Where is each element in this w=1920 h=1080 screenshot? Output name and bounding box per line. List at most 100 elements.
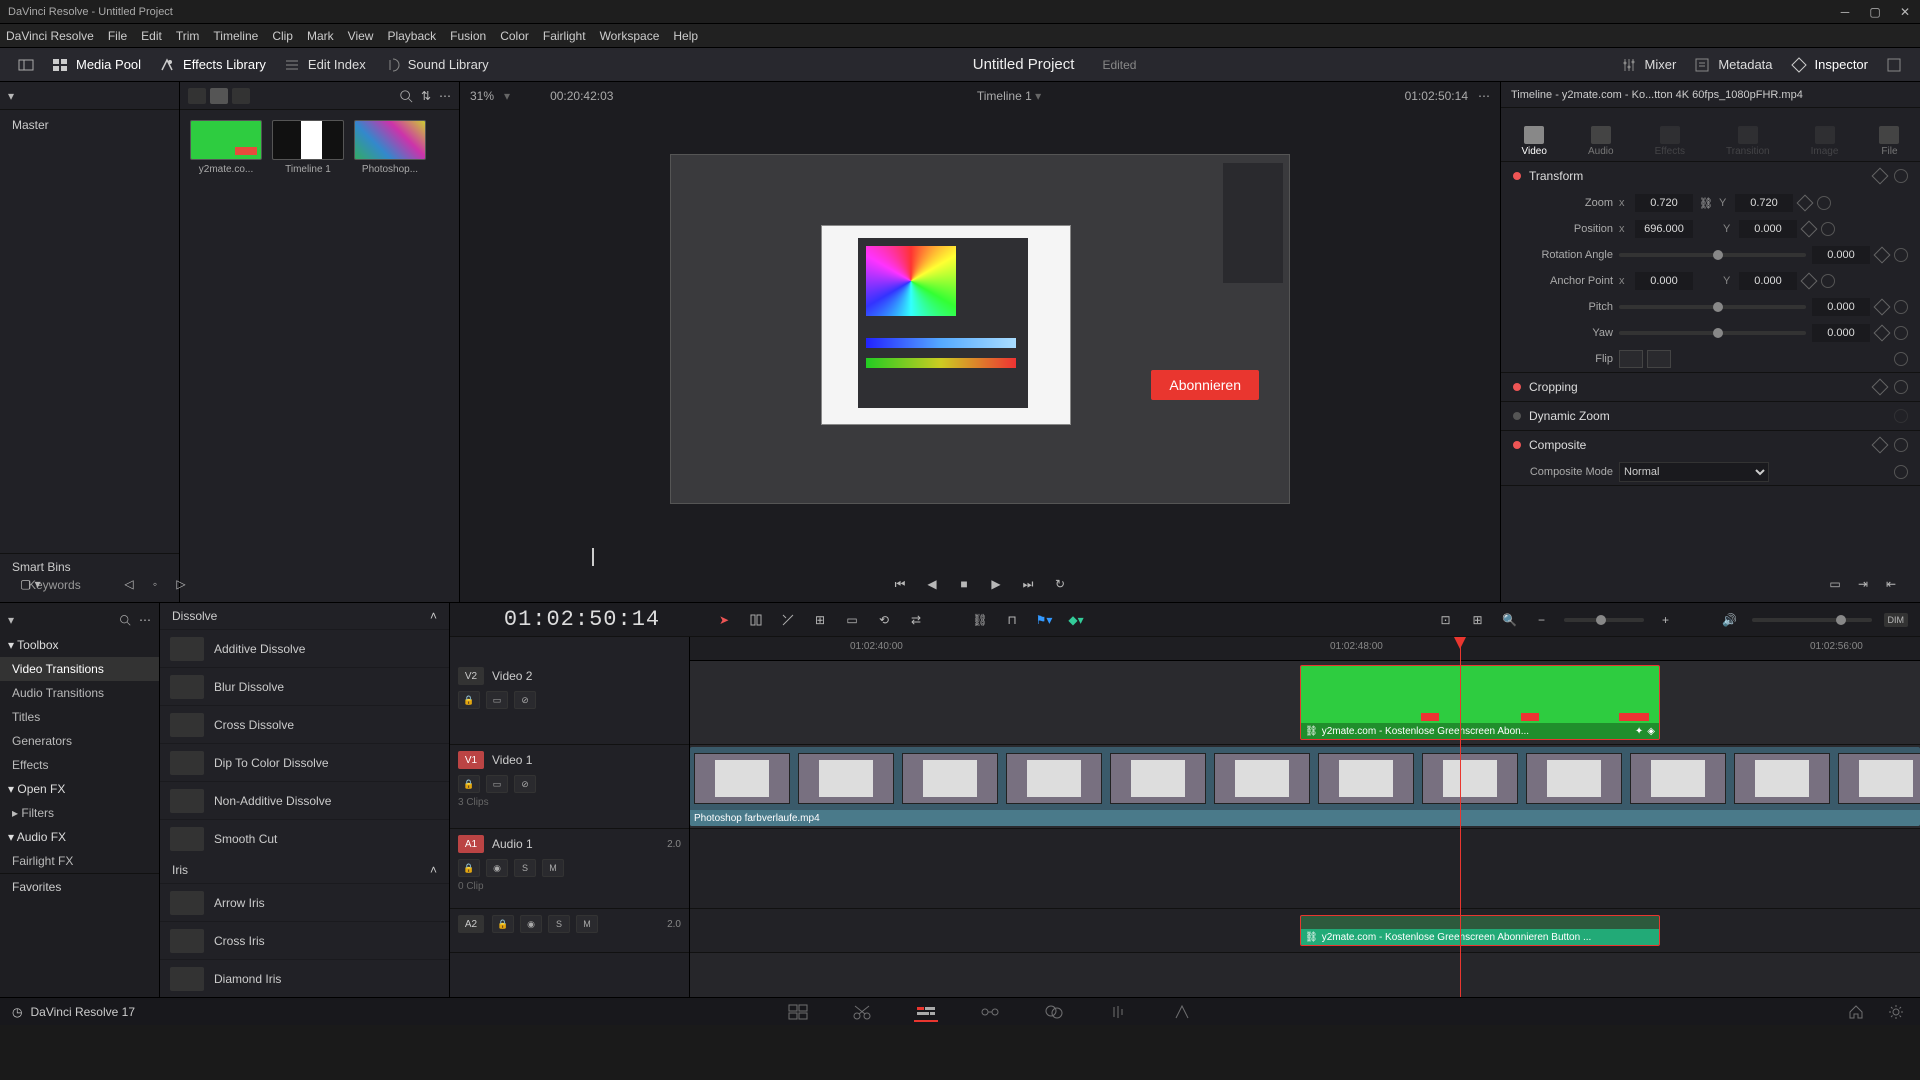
volume-slider[interactable]	[1752, 618, 1872, 622]
fx-entry[interactable]: Dip To Color Dissolve	[160, 743, 449, 781]
menu-item[interactable]: Workspace	[600, 29, 660, 43]
inspector-tab-image[interactable]: Image	[1811, 126, 1839, 157]
track-header-a2[interactable]: A2🔒◉SM2.0	[450, 909, 689, 953]
fx-entry[interactable]: Cross Dissolve	[160, 705, 449, 743]
viewer-zoom[interactable]: 31%	[470, 89, 494, 103]
viewer-options-icon[interactable]: ⋯	[1478, 89, 1490, 103]
reset-icon[interactable]	[1894, 169, 1908, 183]
anchor-x-field[interactable]	[1635, 272, 1693, 290]
track-header-a1[interactable]: A1Audio 12.0 🔒◉SM 0 Clip	[450, 829, 689, 909]
fx-audiofx-header[interactable]: ▾ Audio FX	[0, 825, 159, 849]
enable-dot-icon[interactable]	[1513, 172, 1521, 180]
loop-icon[interactable]: ↻	[1051, 575, 1069, 593]
transform-overlay-icon[interactable]: ▢ ▾	[20, 577, 41, 591]
arm-icon[interactable]: ◉	[520, 915, 542, 933]
anchor-y-field[interactable]	[1739, 272, 1797, 290]
reset-icon[interactable]	[1894, 300, 1908, 314]
auto-select-icon[interactable]: ▭	[486, 775, 508, 793]
search-icon[interactable]	[399, 89, 413, 103]
flip-v-button[interactable]	[1647, 350, 1671, 368]
jump-first-icon[interactable]: ⏮	[891, 575, 909, 593]
collapse-icon[interactable]: ˄	[430, 609, 437, 623]
settings-icon[interactable]	[1884, 1002, 1908, 1022]
playhead[interactable]	[1460, 637, 1461, 997]
media-clip[interactable]: Photoshop...	[354, 120, 426, 175]
blade-tool-icon[interactable]	[778, 610, 798, 630]
stop-icon[interactable]: ■	[955, 575, 973, 593]
inspector-tab-transition[interactable]: Transition	[1726, 126, 1770, 157]
jump-last-icon[interactable]: ⏭	[1019, 575, 1037, 593]
viewer-canvas[interactable]: Abonnieren	[670, 154, 1290, 504]
pos-x-field[interactable]	[1635, 220, 1693, 238]
timeline-clip[interactable]: ⛓y2mate.com - Kostenlose Greenscreen Abo…	[1300, 665, 1660, 740]
page-deliver-icon[interactable]	[1170, 1002, 1194, 1022]
window-close-icon[interactable]: ✕	[1898, 5, 1912, 19]
disable-icon[interactable]: ⊘	[514, 691, 536, 709]
smartbins-header[interactable]: Smart Bins	[12, 560, 167, 574]
transform-section-header[interactable]: Transform	[1501, 162, 1920, 190]
mute-icon[interactable]: M	[576, 915, 598, 933]
overwrite-icon[interactable]: ▭	[842, 610, 862, 630]
fx-tree-item[interactable]: Audio Transitions	[0, 681, 159, 705]
rotation-field[interactable]	[1812, 246, 1870, 264]
window-minimize-icon[interactable]: ─	[1838, 5, 1852, 19]
fx-toolbox-header[interactable]: ▾ Toolbox	[0, 633, 159, 657]
ripple-icon[interactable]: ⇄	[906, 610, 926, 630]
zoom-detail-icon[interactable]: ⊞	[1468, 610, 1488, 630]
fx-entry[interactable]: Diamond Iris	[160, 959, 449, 997]
yaw-slider[interactable]	[1619, 331, 1806, 335]
keyframe-icon[interactable]	[1874, 325, 1891, 342]
fx-tree-item[interactable]: Effects	[0, 753, 159, 777]
volume-icon[interactable]: 🔊	[1720, 610, 1740, 630]
reset-icon[interactable]	[1894, 326, 1908, 340]
in-icon[interactable]: ⇥	[1854, 575, 1872, 593]
zoom-custom-icon[interactable]: 🔍	[1500, 610, 1520, 630]
reset-icon[interactable]	[1817, 196, 1831, 210]
insert-icon[interactable]: ⊞	[810, 610, 830, 630]
fx-category[interactable]: Iris˄	[160, 857, 449, 883]
out-icon[interactable]: ⇤	[1882, 575, 1900, 593]
zoom-in-icon[interactable]: +	[1656, 610, 1676, 630]
reset-icon[interactable]	[1894, 438, 1908, 452]
lock-icon[interactable]: 🔒	[458, 691, 480, 709]
rotation-slider[interactable]	[1619, 253, 1806, 257]
page-media-icon[interactable]	[786, 1002, 810, 1022]
zoom-x-field[interactable]	[1635, 194, 1693, 212]
fx-entry[interactable]: Smooth Cut	[160, 819, 449, 857]
inspector-tab-video[interactable]: Video	[1522, 126, 1547, 157]
zoom-out-icon[interactable]: −	[1532, 610, 1552, 630]
timeline-timecode[interactable]: 01:02:50:14	[462, 607, 702, 632]
inspector-tab-audio[interactable]: Audio	[1588, 126, 1614, 157]
home-icon[interactable]	[1844, 1002, 1868, 1022]
selection-tool-icon[interactable]: ➤	[714, 610, 734, 630]
inspector-tab-effects[interactable]: Effects	[1655, 126, 1685, 157]
page-edit-icon[interactable]	[914, 1002, 938, 1022]
menu-item[interactable]: Mark	[307, 29, 334, 43]
keyframe-icon[interactable]	[1872, 437, 1889, 454]
next-marker-icon[interactable]: ▷	[172, 575, 190, 593]
view-list-icon[interactable]	[188, 88, 206, 104]
more-icon[interactable]: ⋯	[139, 613, 151, 627]
fx-tree-item[interactable]: Video Transitions	[0, 657, 159, 681]
timeline-clip[interactable]: ⛓y2mate.com - Kostenlose Greenscreen Abo…	[1300, 915, 1660, 946]
inspector-tab-file[interactable]: File	[1879, 126, 1899, 157]
reset-icon[interactable]	[1894, 352, 1908, 366]
pitch-field[interactable]	[1812, 298, 1870, 316]
fx-tree-item[interactable]: Generators	[0, 729, 159, 753]
prev-marker-icon[interactable]: ◁	[120, 575, 138, 593]
fx-entry[interactable]: Blur Dissolve	[160, 667, 449, 705]
menu-item[interactable]: Fusion	[450, 29, 486, 43]
search-icon[interactable]	[119, 614, 131, 626]
keyframe-icon[interactable]	[1796, 195, 1813, 212]
media-clip[interactable]: y2mate.co...	[190, 120, 262, 175]
edit-index-button[interactable]: Edit Index	[284, 57, 366, 73]
inspector-button[interactable]: Inspector	[1791, 57, 1868, 73]
fullscreen-icon[interactable]	[1886, 57, 1902, 73]
zoom-slider[interactable]	[1564, 618, 1644, 622]
lock-icon[interactable]: 🔒	[458, 775, 480, 793]
flip-h-button[interactable]	[1619, 350, 1643, 368]
effects-library-button[interactable]: Effects Library	[159, 57, 266, 73]
reset-icon[interactable]	[1894, 465, 1908, 479]
menu-item[interactable]: Help	[673, 29, 698, 43]
track-header-v1[interactable]: V1Video 1 🔒▭⊘ 3 Clips	[450, 745, 689, 829]
